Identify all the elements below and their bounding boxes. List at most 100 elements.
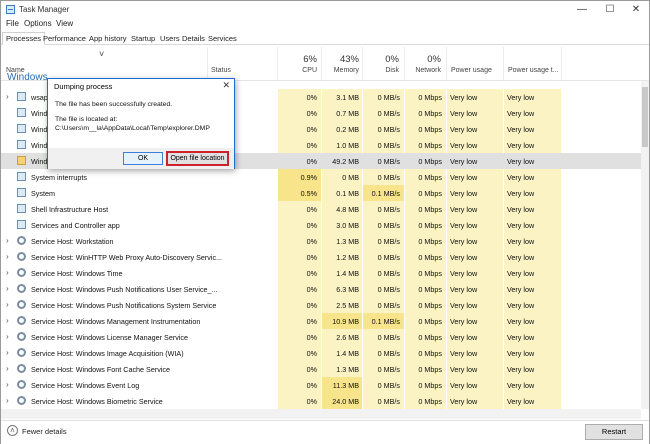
window-title: Task Manager: [19, 5, 70, 14]
disk-value: 0 MB/s: [377, 349, 400, 358]
table-row[interactable]: › Service Host: Windows Event Log 0% 11.3 M…: [1, 377, 649, 393]
scrollbar-thumb[interactable]: [642, 87, 648, 147]
minimize-button[interactable]: —: [569, 1, 595, 18]
power-value: Very low: [450, 157, 478, 166]
tab-bar: Processes Performance App history Startu…: [1, 31, 649, 45]
cpu-value: 0%: [306, 109, 317, 118]
table-row[interactable]: System 0.5% 0.1 MB 0.1 MB/s 0 Mbps Very low Ve…: [1, 185, 649, 201]
expand-chevron-icon[interactable]: ›: [6, 316, 9, 325]
process-name: Service Host: Windows Font Cache Service: [31, 365, 171, 374]
tab-app-history[interactable]: App history: [85, 32, 131, 45]
power-value: Very low: [450, 317, 478, 326]
dialog-message: The file has been successfully created.: [55, 101, 173, 108]
expand-chevron-icon[interactable]: ›: [6, 348, 9, 357]
memory-value: 4.8 MB: [336, 205, 359, 214]
col-network[interactable]: Network: [403, 67, 441, 74]
table-row[interactable]: Shell Infrastructure Host 0% 4.8 MB 0 MB/s 0…: [1, 201, 649, 217]
expand-chevron-icon[interactable]: ›: [6, 396, 9, 405]
power-trend-value: Very low: [507, 93, 535, 102]
process-name: Service Host: WinHTTP Web Proxy Auto-Dis…: [31, 253, 223, 262]
network-value: 0 Mbps: [418, 333, 442, 342]
menu-file[interactable]: File: [6, 19, 19, 28]
col-power-usage[interactable]: Power usage: [451, 67, 492, 74]
table-row[interactable]: › Service Host: Windows Image Acquisition…: [1, 345, 649, 361]
horizontal-scrollbar[interactable]: [1, 409, 641, 419]
process-name: Service Host: Windows Push Notifications…: [31, 301, 217, 310]
col-status[interactable]: Status: [211, 67, 231, 74]
power-trend-value: Very low: [507, 253, 535, 262]
disk-value: 0 MB/s: [377, 205, 400, 214]
col-power-usage-trend[interactable]: Power usage t...: [508, 67, 559, 74]
expand-chevron-icon[interactable]: ›: [6, 236, 9, 245]
maximize-button[interactable]: ☐: [597, 1, 623, 18]
open-file-location-button[interactable]: Open file location: [166, 151, 229, 166]
menu-view[interactable]: View: [56, 19, 73, 28]
gear-icon: [17, 380, 26, 389]
table-row[interactable]: Services and Controller app 0% 3.0 MB 0 MB/…: [1, 217, 649, 233]
expand-chevron-icon[interactable]: ›: [6, 364, 9, 373]
fewer-details-link[interactable]: Fewer details: [22, 427, 67, 436]
table-row[interactable]: › Service Host: Workstation 0% 1.3 MB 0 MB/s…: [1, 233, 649, 249]
restart-button[interactable]: Restart: [585, 424, 643, 440]
menu-bar: File Options View: [1, 18, 649, 30]
footer: ˄ Fewer details Restart: [1, 420, 649, 444]
expand-chevron-icon[interactable]: ›: [6, 380, 9, 389]
network-value: 0 Mbps: [418, 253, 442, 262]
tab-startup[interactable]: Startup: [127, 32, 159, 45]
gear-icon: [17, 316, 26, 325]
tab-performance[interactable]: Performance: [39, 32, 90, 45]
cpu-value: 0%: [306, 301, 317, 310]
cpu-value: 0%: [306, 349, 317, 358]
dialog-close-icon[interactable]: ✕: [222, 80, 230, 91]
memory-value: 3.1 MB: [336, 93, 359, 102]
power-value: Very low: [450, 365, 478, 374]
col-memory[interactable]: Memory: [319, 67, 359, 74]
chevron-up-icon[interactable]: ˄: [7, 425, 18, 436]
expand-chevron-icon[interactable]: ›: [6, 332, 9, 341]
network-value: 0 Mbps: [418, 125, 442, 134]
power-trend-value: Very low: [507, 221, 535, 230]
gear-icon: [17, 332, 26, 341]
process-icon: [17, 172, 26, 181]
process-name: Service Host: Workstation: [31, 237, 114, 246]
table-row[interactable]: › Service Host: Windows Biometric Service…: [1, 393, 649, 409]
network-value: 0 Mbps: [418, 157, 442, 166]
close-button[interactable]: ✕: [623, 1, 649, 18]
table-row[interactable]: › Service Host: Windows Font Cache Servic…: [1, 361, 649, 377]
col-cpu[interactable]: CPU: [277, 67, 317, 74]
ok-button[interactable]: OK: [123, 152, 163, 165]
table-row[interactable]: › Service Host: Windows License Manager S…: [1, 329, 649, 345]
table-row[interactable]: › Service Host: Windows Management Instru…: [1, 313, 649, 329]
table-row[interactable]: › Service Host: Windows Push Notification…: [1, 281, 649, 297]
cpu-value: 0%: [306, 221, 317, 230]
power-trend-value: Very low: [507, 301, 535, 310]
power-trend-value: Very low: [507, 381, 535, 390]
vertical-scrollbar[interactable]: [641, 81, 649, 409]
memory-value: 6.3 MB: [336, 285, 359, 294]
power-trend-value: Very low: [507, 125, 535, 134]
table-row[interactable]: › Service Host: Windows Push Notification…: [1, 297, 649, 313]
gear-icon: [17, 300, 26, 309]
table-row[interactable]: › Service Host: Windows Time 0% 1.4 MB 0 MB/…: [1, 265, 649, 281]
disk-value: 0 MB/s: [377, 381, 400, 390]
power-value: Very low: [450, 269, 478, 278]
table-row[interactable]: System interrupts 0.9% 0 MB 0 MB/s 0 Mbps Ver…: [1, 169, 649, 185]
tab-services[interactable]: Services: [204, 32, 241, 45]
gear-icon: [17, 396, 26, 405]
disk-value: 0 MB/s: [377, 237, 400, 246]
cpu-value: 0%: [306, 93, 317, 102]
expand-chevron-icon[interactable]: ›: [6, 268, 9, 277]
col-disk[interactable]: Disk: [361, 67, 399, 74]
disk-value: 0 MB/s: [377, 269, 400, 278]
expand-chevron-icon[interactable]: ›: [6, 284, 9, 293]
table-row[interactable]: › Service Host: WinHTTP Web Proxy Auto-Di…: [1, 249, 649, 265]
expand-chevron-icon[interactable]: ›: [6, 252, 9, 261]
power-value: Very low: [450, 237, 478, 246]
expand-chevron-icon[interactable]: ›: [6, 300, 9, 309]
process-name: System interrupts: [31, 173, 87, 182]
power-trend-value: Very low: [507, 269, 535, 278]
expand-chevron-icon[interactable]: ›: [6, 92, 9, 101]
process-name: Service Host: Windows Push Notifications…: [31, 285, 218, 294]
menu-options[interactable]: Options: [24, 19, 52, 28]
memory-value: 1.3 MB: [336, 237, 359, 246]
